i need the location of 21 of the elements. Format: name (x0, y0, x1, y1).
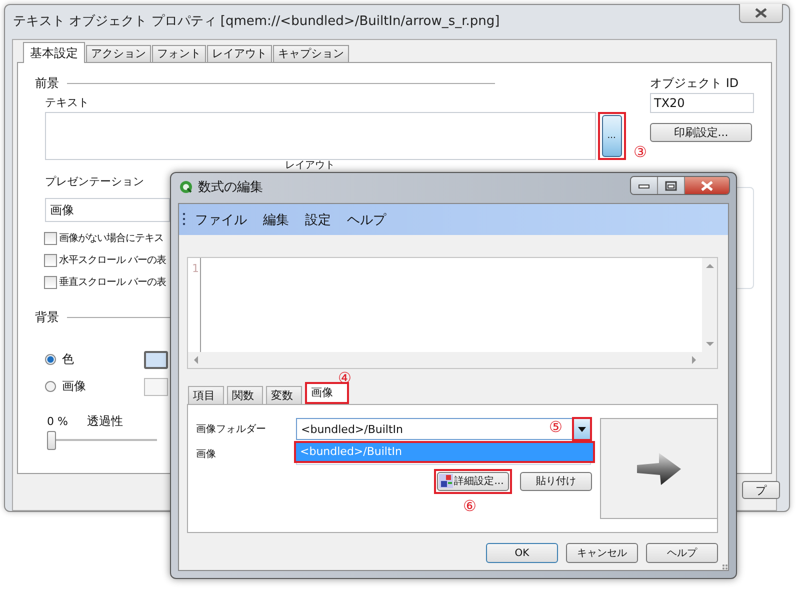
section-heading: 背景 (35, 308, 59, 326)
annotation-number: ③ (634, 144, 647, 160)
annotation-number: ⑤ (549, 419, 562, 435)
field-label: テキスト (45, 95, 90, 111)
field-label: レイアウト (285, 160, 335, 171)
radio-label: 画像 (62, 378, 87, 395)
line-number: 1 (191, 262, 200, 275)
section-heading: 前景 (35, 74, 59, 92)
field-label: オブジェクト ID (650, 75, 740, 91)
field-label: 画像フォルダー (196, 423, 267, 436)
checkbox-label: 垂直スクロール バーの表 (59, 276, 166, 289)
annotation-number: ⑥ (463, 498, 476, 514)
percent-value: 0 % (47, 414, 69, 428)
checkbox-label: 水平スクロール バーの表 (59, 254, 166, 267)
window-title: 数式の編集 (198, 179, 263, 196)
field-label: プレゼンテーション (45, 174, 145, 190)
slider-label: 透過性 (87, 412, 123, 430)
radio-label: 色 (62, 351, 75, 368)
window-title: テキスト オブジェクト プロパティ [qmem://<bundled>/BuiltIn/arrow_s_r.png] (13, 12, 500, 30)
checkbox-label: 画像がない場合にテキス (59, 232, 164, 245)
field-label: 画像 (196, 448, 217, 461)
